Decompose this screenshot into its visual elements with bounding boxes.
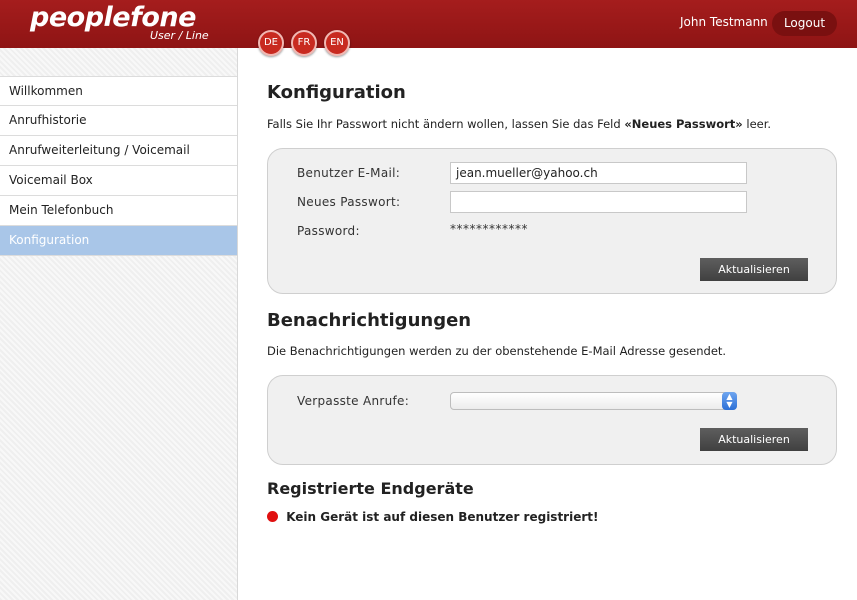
status-dot-icon [267,511,278,522]
config-update-button[interactable]: Aktualisieren [700,258,808,281]
sidebar-nav: Willkommen Anrufhistorie Anrufweiterleit… [0,76,237,256]
email-label: Benutzer E-Mail: [297,166,401,180]
sidebar-item-telefonbuch[interactable]: Mein Telefonbuch [0,196,237,226]
language-de-button[interactable]: DE [258,30,284,56]
sidebar: Willkommen Anrufhistorie Anrufweiterleit… [0,48,238,600]
config-desc-bold: «Neues Passwort» [624,117,743,131]
select-arrows-icon[interactable]: ▲ ▼ [722,392,737,410]
password-label: Password: [297,224,360,238]
email-field[interactable]: jean.mueller@yahoo.ch [450,162,747,184]
config-panel: Benutzer E-Mail: jean.mueller@yahoo.ch N… [267,148,837,294]
language-fr-button[interactable]: FR [291,30,317,56]
notifications-panel: Verpasste Anrufe: ▲ ▼ Aktualisieren [267,375,837,465]
user-name: John Testmann [680,15,768,29]
sidebar-item-willkommen[interactable]: Willkommen [0,76,237,106]
language-en-button[interactable]: EN [324,30,350,56]
notifications-description: Die Benachrichtigungen werden zu der obe… [267,344,727,358]
sidebar-item-anrufweiterleitung[interactable]: Anrufweiterleitung / Voicemail [0,136,237,166]
config-description: Falls Sie Ihr Passwort nicht ändern woll… [267,117,771,131]
new-password-label: Neues Passwort: [297,195,401,209]
sidebar-item-anrufhistorie[interactable]: Anrufhistorie [0,106,237,136]
config-desc-post: leer. [746,117,772,131]
config-title: Konfiguration [267,82,406,103]
sidebar-item-konfiguration[interactable]: Konfiguration [0,226,237,256]
missed-calls-select[interactable]: ▲ ▼ [450,392,737,410]
app-header: peoplefone User / Line John Testmann Log… [0,0,857,48]
sidebar-item-voicemail-box[interactable]: Voicemail Box [0,166,237,196]
new-password-field[interactable] [450,191,747,213]
devices-status: Kein Gerät ist auf diesen Benutzer regis… [267,510,598,524]
logout-button[interactable]: Logout [772,11,837,36]
notifications-title: Benachrichtigungen [267,310,472,331]
devices-title: Registrierte Endgeräte [267,479,474,498]
logo-subtitle: User / Line [150,29,209,42]
notifications-update-button[interactable]: Aktualisieren [700,428,808,451]
missed-calls-label: Verpasste Anrufe: [297,394,410,408]
devices-status-text: Kein Gerät ist auf diesen Benutzer regis… [286,510,599,524]
password-value: ************ [450,222,528,236]
config-desc-pre: Falls Sie Ihr Passwort nicht ändern woll… [267,117,621,131]
